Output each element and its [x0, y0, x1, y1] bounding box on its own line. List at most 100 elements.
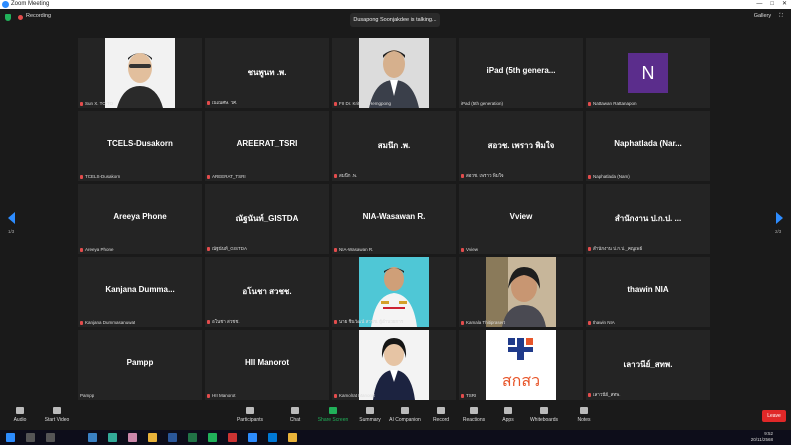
participant-name: HII Manorot: [245, 358, 289, 367]
view-button[interactable]: Gallery: [754, 13, 771, 20]
participant-name: ชนพูนท .พ.: [247, 68, 287, 77]
participant-label: สอวช. เพราว พิมใจ: [461, 172, 504, 179]
system-clock[interactable]: 9:52 20/11/2568: [751, 431, 773, 443]
participants-button[interactable]: Participants: [230, 407, 270, 423]
participant-tile[interactable]: ณัฐนันท์_GISTDA ณัฐนันท์_GISTDA: [205, 184, 329, 254]
active-speaker-banner: Dusapong Soonjakdee is talking...: [350, 13, 440, 27]
participant-name: สอวช. เพราว พิมใจ: [487, 141, 555, 150]
excel-icon[interactable]: [188, 433, 197, 442]
muted-mic-icon: [207, 319, 210, 324]
previous-page-arrow-icon[interactable]: [8, 212, 15, 224]
participant-name: เลาวนีย์_สทพ.: [623, 360, 673, 369]
participant-tile[interactable]: N Nattawan Rattanapon: [586, 38, 710, 108]
participant-tile[interactable]: FII Dr. Kritapol Hemgpong: [332, 38, 456, 108]
participant-label: Vview: [461, 247, 478, 252]
participant-label: เลาวนีย์_สทพ.: [588, 391, 621, 398]
close-button[interactable]: ✕: [782, 0, 787, 9]
participant-tile[interactable]: สำนักงาน ป.ก.ป. ... สำนักงาน ป.ก.ป._คณูเ…: [586, 184, 710, 254]
app-icon[interactable]: [108, 433, 117, 442]
ai-companion-button[interactable]: AI Companion: [385, 407, 425, 423]
participant-tile[interactable]: Kanjana Dumma... Kanjana Dummasanuwat: [78, 257, 202, 327]
muted-mic-icon: [588, 174, 591, 179]
participant-tile[interactable]: เลาวนีย์_สทพ. เลาวนีย์_สทพ.: [586, 330, 710, 400]
share-screen-button[interactable]: Share Screen: [313, 407, 353, 423]
fullscreen-icon[interactable]: ⛶: [779, 13, 783, 20]
participant-label: iPad (5th generation): [461, 101, 504, 106]
participant-label: สมนึก .พ.: [334, 172, 357, 179]
apps-button[interactable]: Apps: [488, 407, 528, 423]
participant-tile[interactable]: Kamala Thitiprasert: [459, 257, 583, 327]
app-icon[interactable]: [88, 433, 97, 442]
participant-tile[interactable]: HII Manorot HII Manorot: [205, 330, 329, 400]
record-icon: [437, 407, 445, 414]
participant-label: เนเณศษ. วศ.: [207, 99, 237, 106]
meeting-toolbar: Audio Start Video Participants Chat Shar…: [0, 405, 791, 428]
participant-tile[interactable]: อโนชา สวชช. อโนชา สวชช.: [205, 257, 329, 327]
participant-tile[interactable]: Sun X. TO TO: [78, 38, 202, 108]
task-view-icon[interactable]: [46, 433, 55, 442]
participant-tile[interactable]: ชนพูนท .พ. เนเณศษ. วศ.: [205, 38, 329, 108]
line-icon[interactable]: [208, 433, 217, 442]
participant-label: Sun X. TO TO: [80, 101, 113, 106]
muted-mic-icon: [207, 393, 210, 398]
notes-button[interactable]: Notes: [564, 407, 604, 423]
participant-name: thawin NIA: [627, 285, 669, 294]
chrome-icon[interactable]: [288, 433, 297, 442]
search-icon[interactable]: [26, 433, 35, 442]
zoom-icon[interactable]: [248, 433, 257, 442]
participant-tile[interactable]: Vview Vview: [459, 184, 583, 254]
leave-button[interactable]: Leave: [762, 410, 786, 422]
tsri-logo: สกสว: [486, 330, 556, 400]
participant-name: Areeya Phone: [113, 212, 167, 221]
summary-button[interactable]: Summary: [350, 407, 390, 423]
participant-tile[interactable]: Areeya Phone Areeya Phone: [78, 184, 202, 254]
security-shield-icon[interactable]: [5, 14, 11, 21]
start-icon[interactable]: [6, 433, 15, 442]
next-page-arrow-icon[interactable]: [776, 212, 783, 224]
participant-tile[interactable]: นาย ชินวัฒน์ สวชช. ผู้อำนวยการ: [332, 257, 456, 327]
muted-mic-icon: [334, 173, 337, 178]
participant-tile[interactable]: iPad (5th genera... iPad (5th generation…: [459, 38, 583, 108]
pdf-icon[interactable]: [228, 433, 237, 442]
app-icon[interactable]: [128, 433, 137, 442]
participant-tile[interactable]: Naphatlada (Nar... Naphatlada (Nam): [586, 111, 710, 181]
audio-button[interactable]: Audio: [0, 407, 40, 423]
word-icon[interactable]: [168, 433, 177, 442]
recording-icon: [18, 15, 23, 20]
participant-tile[interactable]: AREERAT_TSRI AREERAT_TSRI: [205, 111, 329, 181]
participant-photo: [359, 330, 429, 400]
whiteboards-button[interactable]: Whiteboards: [524, 407, 564, 423]
participant-label: Nattawan Rattanapon: [588, 101, 637, 106]
page-indicator-right: 2/3: [775, 229, 782, 234]
participant-photo: [359, 257, 429, 327]
maximize-button[interactable]: □: [770, 0, 774, 9]
muted-mic-icon: [334, 319, 337, 324]
chat-button[interactable]: Chat: [275, 407, 315, 423]
participant-tile[interactable]: สมนึก .พ. สมนึก .พ.: [332, 111, 456, 181]
participant-name: ณัฐนันท์_GISTDA: [235, 214, 299, 223]
recording-label: Recording: [26, 13, 52, 19]
participant-name: Vview: [509, 212, 533, 221]
participant-tile[interactable]: Kamolrat Manorat: [332, 330, 456, 400]
participant-photo: [105, 38, 175, 108]
participant-name: สมนึก .พ.: [377, 141, 411, 150]
participant-tile[interactable]: Pampp Pampp: [78, 330, 202, 400]
muted-mic-icon: [334, 101, 337, 106]
edge-icon[interactable]: [268, 433, 277, 442]
participant-tile[interactable]: thawin NIA thawin NIA: [586, 257, 710, 327]
reactions-icon: [470, 407, 478, 414]
minimize-button[interactable]: —: [756, 0, 762, 9]
participant-name: NIA-Wasawan R.: [362, 212, 426, 221]
participant-label: Kamala Thitiprasert: [461, 320, 505, 325]
participant-label: NIA-Wasawan R.: [334, 247, 373, 252]
participant-name: Pampp: [126, 358, 154, 367]
participant-name: TCELS-Dusakorn: [107, 139, 173, 148]
folder-icon[interactable]: [148, 433, 157, 442]
participant-label: อโนชา สวชช.: [207, 318, 240, 325]
participant-tile[interactable]: TCELS-Dusakorn TCELS-Dusakorn: [78, 111, 202, 181]
participant-tile[interactable]: สอวช. เพราว พิมใจ สอวช. เพราว พิมใจ: [459, 111, 583, 181]
participant-tile[interactable]: สกสว TSRI: [459, 330, 583, 400]
muted-mic-icon: [588, 320, 591, 325]
participant-tile[interactable]: NIA-Wasawan R. NIA-Wasawan R.: [332, 184, 456, 254]
start-video-button[interactable]: Start Video: [37, 407, 77, 423]
